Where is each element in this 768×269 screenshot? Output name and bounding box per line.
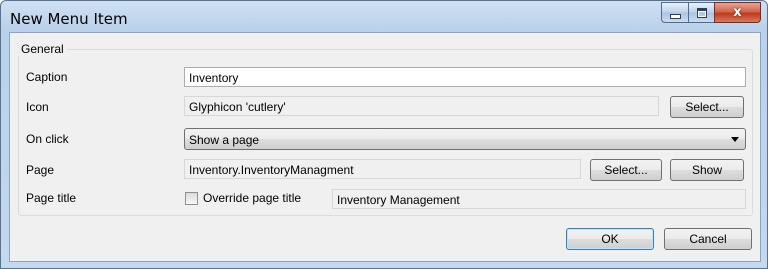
on-click-selected-value: Show a page xyxy=(189,133,260,147)
dialog-window: New Menu Item x General Caption Inventor… xyxy=(0,0,768,269)
page-title-label: Page title xyxy=(26,191,77,205)
page-select-button[interactable]: Select... xyxy=(590,159,662,181)
icon-label: Icon xyxy=(26,100,49,114)
page-show-button[interactable]: Show xyxy=(670,159,744,181)
icon-select-button[interactable]: Select... xyxy=(670,96,744,118)
icon-value-field: Glyphicon 'cutlery' xyxy=(184,96,659,116)
chevron-down-icon xyxy=(731,137,739,142)
page-label: Page xyxy=(26,163,55,177)
override-page-title-label[interactable]: Override page title xyxy=(203,191,301,205)
caption-buttons: x xyxy=(661,2,761,23)
caption-input[interactable]: Inventory xyxy=(184,67,746,87)
group-legend: General xyxy=(18,42,67,56)
close-icon: x xyxy=(733,5,742,20)
caption-label: Caption xyxy=(26,70,68,84)
ok-button[interactable]: OK xyxy=(566,228,654,250)
page-value-field: Inventory.InventoryManagment xyxy=(184,159,581,179)
minimize-button[interactable] xyxy=(661,2,688,23)
on-click-select[interactable]: Show a page xyxy=(184,128,746,150)
minimize-icon xyxy=(669,13,681,19)
close-button[interactable]: x xyxy=(714,2,761,23)
on-click-label: On click xyxy=(26,132,69,146)
cancel-button[interactable]: Cancel xyxy=(664,228,752,250)
dialog-body: General Caption Inventory Icon Glyphicon… xyxy=(9,32,761,262)
maximize-button[interactable] xyxy=(688,2,714,23)
override-page-title-checkbox[interactable] xyxy=(185,192,198,205)
window-title: New Menu Item xyxy=(10,10,128,28)
page-title-field: Inventory Management xyxy=(332,189,746,209)
maximize-icon xyxy=(696,7,707,18)
title-bar[interactable]: New Menu Item x xyxy=(1,1,767,33)
